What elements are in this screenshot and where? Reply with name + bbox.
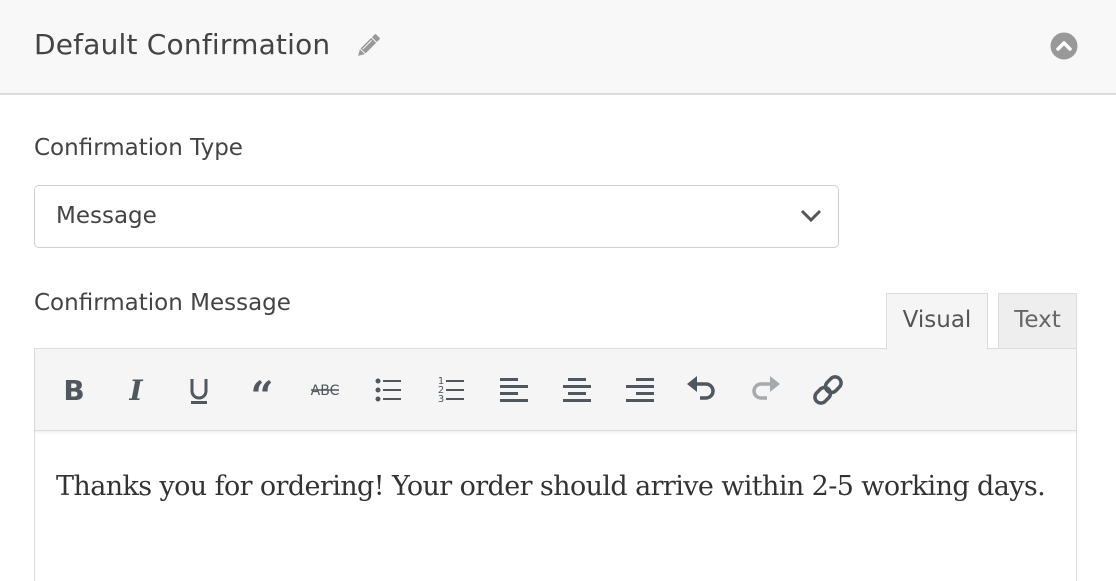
confirmation-type-value: Message: [56, 203, 157, 229]
confirmation-type-label: Confirmation Type: [34, 135, 243, 161]
redo-icon: [752, 376, 780, 400]
chevron-up-circle-icon[interactable]: [1050, 32, 1078, 60]
svg-text:I: I: [128, 374, 143, 407]
align-right-icon: [626, 378, 654, 402]
link-icon: [813, 375, 843, 405]
numbered-list-button[interactable]: 123: [431, 370, 471, 410]
link-button[interactable]: [808, 370, 848, 410]
undo-button[interactable]: [682, 370, 722, 410]
italic-button[interactable]: I: [116, 370, 156, 410]
svg-text:B: B: [63, 374, 84, 407]
blockquote-icon: “: [250, 373, 273, 408]
align-left-button[interactable]: [494, 370, 534, 410]
underline-button[interactable]: [179, 370, 219, 410]
align-left-icon: [500, 378, 528, 402]
align-center-icon: [563, 378, 591, 402]
panel-header: Default Confirmation: [0, 0, 1116, 95]
panel-title: Default Confirmation: [34, 28, 331, 61]
svg-text:ABC: ABC: [311, 383, 340, 399]
align-right-button[interactable]: [620, 370, 660, 410]
confirmation-type-select[interactable]: Message: [34, 185, 839, 248]
message-editor: B I “ ABC 123 Thanks you for ordering! Y…: [34, 348, 1077, 581]
strikethrough-button[interactable]: ABC: [305, 370, 345, 410]
editor-toolbar: B I “ ABC 123: [35, 349, 1076, 431]
blockquote-button[interactable]: “: [242, 370, 282, 410]
strikethrough-icon: ABC: [311, 383, 340, 399]
editor-content[interactable]: Thanks you for ordering! Your order shou…: [56, 463, 1046, 511]
numbered-list-icon: 123: [438, 376, 464, 405]
bold-icon: B: [63, 374, 84, 407]
align-center-button[interactable]: [557, 370, 597, 410]
redo-button[interactable]: [745, 370, 785, 410]
bullet-list-icon: [375, 378, 401, 402]
svg-text:3: 3: [438, 394, 444, 405]
tab-text[interactable]: Text: [998, 293, 1077, 349]
bold-button[interactable]: B: [54, 370, 94, 410]
pencil-icon[interactable]: [353, 31, 383, 61]
undo-icon: [687, 376, 715, 400]
bullet-list-button[interactable]: [368, 370, 408, 410]
svg-text:“: “: [250, 373, 273, 408]
confirmation-message-label: Confirmation Message: [34, 290, 291, 316]
italic-icon: I: [128, 374, 143, 407]
chevron-down-icon: [800, 209, 822, 223]
tab-visual[interactable]: Visual: [886, 293, 988, 350]
underline-icon: [190, 379, 208, 404]
